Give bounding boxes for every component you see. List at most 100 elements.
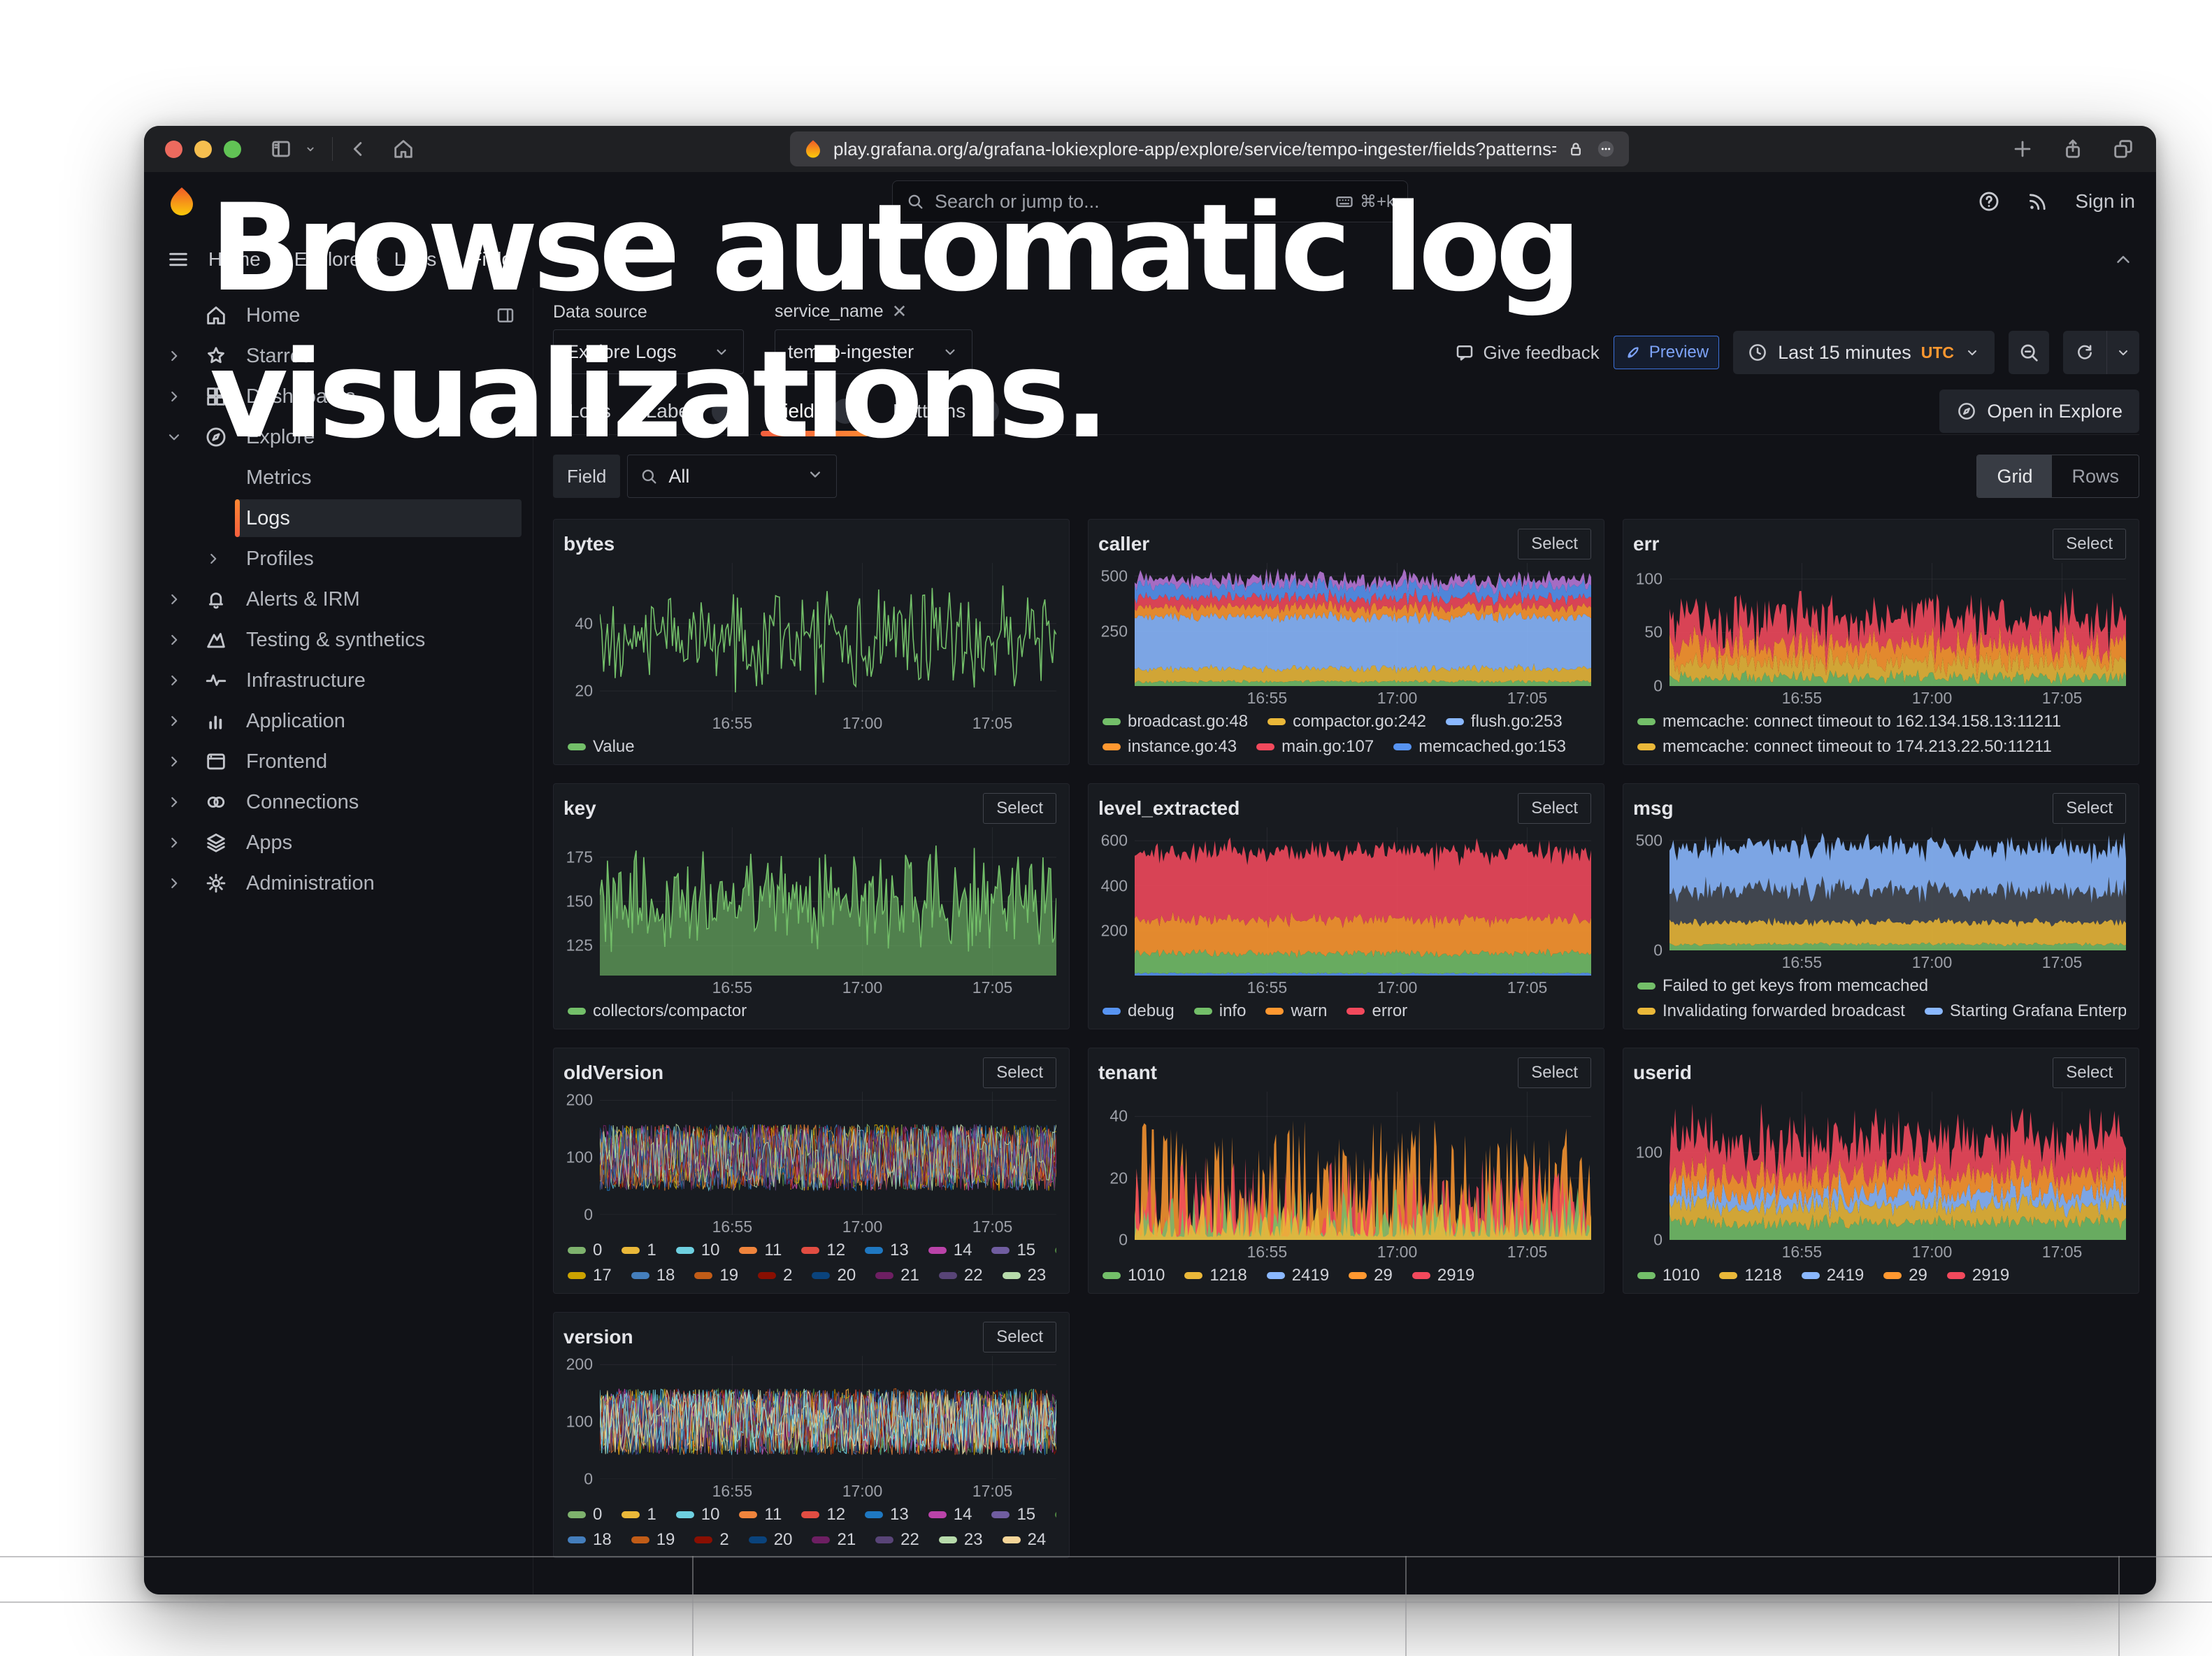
select-button[interactable]: Select <box>1518 1057 1591 1088</box>
preview-badge[interactable]: Preview <box>1614 336 1719 369</box>
legend-item[interactable]: 2919 <box>1947 1266 2009 1285</box>
select-button[interactable]: Select <box>1518 793 1591 824</box>
legend-item[interactable]: compactor.go:242 <box>1267 712 1426 731</box>
breadcrumb-item-explore[interactable]: Explore <box>294 248 361 271</box>
home-icon[interactable] <box>392 137 415 161</box>
dock-panel-icon[interactable] <box>495 305 516 326</box>
legend-item[interactable]: 16 <box>1055 1505 1056 1525</box>
legend-item[interactable]: flush.go:253 <box>1446 712 1563 731</box>
legend-item[interactable]: memcache: connect timeout to 162.134.158… <box>1637 712 2061 731</box>
legend-item[interactable]: 21 <box>875 1266 919 1285</box>
view-toggle-rows[interactable]: Rows <box>2052 455 2139 497</box>
legend-item[interactable]: 15 <box>991 1505 1035 1525</box>
legend-item[interactable]: 22 <box>939 1266 983 1285</box>
search-input[interactable]: Search or jump to... ⌘+k <box>892 180 1408 222</box>
chart-canvas[interactable] <box>600 563 1056 711</box>
sidebar-item-apps[interactable]: Apps <box>144 822 533 863</box>
sidebar-item-connections[interactable]: Connections <box>144 782 533 822</box>
close-window-button[interactable] <box>165 141 182 158</box>
datasource-select[interactable]: Explore Logs <box>553 329 744 374</box>
legend-item[interactable]: 1010 <box>1637 1266 1700 1285</box>
chevron-right-icon[interactable] <box>165 671 183 690</box>
legend-item[interactable]: 10 <box>676 1241 720 1260</box>
maximize-window-button[interactable] <box>224 141 241 158</box>
legend-item[interactable]: memcached.go:153 <box>1393 737 1566 757</box>
collapse-icon[interactable] <box>2113 249 2134 270</box>
legend-item[interactable]: 19 <box>694 1266 738 1285</box>
legend-item[interactable]: 20 <box>812 1266 856 1285</box>
legend-item[interactable]: 13 <box>865 1505 909 1525</box>
refresh-interval-button[interactable] <box>2107 331 2139 374</box>
legend-item[interactable]: warn <box>1265 1001 1327 1021</box>
chevron-right-icon[interactable] <box>204 550 222 568</box>
give-feedback-button[interactable]: Give feedback <box>1454 342 1600 364</box>
chevron-right-icon[interactable] <box>165 347 183 365</box>
legend-item[interactable]: 18 <box>631 1266 675 1285</box>
tab-logs[interactable]: Logs <box>553 388 626 434</box>
legend-item[interactable]: Value <box>568 737 635 757</box>
chevron-right-icon[interactable] <box>165 793 183 811</box>
legend-item[interactable]: debug <box>1103 1001 1175 1021</box>
sidebar-item-logs[interactable]: Logs <box>144 498 533 538</box>
legend-item[interactable]: Failed to get keys from memcached <box>1637 976 1928 996</box>
legend-item[interactable]: 0 <box>568 1505 602 1525</box>
chevron-right-icon[interactable] <box>165 712 183 730</box>
legend-item[interactable]: 1218 <box>1719 1266 1781 1285</box>
sidebar-item-infrastructure[interactable]: Infrastructure <box>144 660 533 701</box>
sidebar-item-starred[interactable]: Starred <box>144 336 533 376</box>
chart-canvas[interactable] <box>600 1092 1056 1215</box>
legend-item[interactable]: 2419 <box>1802 1266 1864 1285</box>
legend-item[interactable]: broadcast.go:48 <box>1103 712 1248 731</box>
legend-item[interactable]: 11 <box>739 1505 782 1525</box>
legend-item[interactable]: instance.go:43 <box>1103 737 1237 757</box>
sidebar-item-explore[interactable]: Explore <box>144 417 533 457</box>
select-button[interactable]: Select <box>2053 1057 2126 1088</box>
sign-in-link[interactable]: Sign in <box>2075 190 2135 213</box>
legend-item[interactable]: 21 <box>812 1530 856 1550</box>
sidebar-item-home[interactable]: Home <box>144 295 533 336</box>
field-search-input[interactable]: All <box>627 455 837 498</box>
chevron-right-icon[interactable] <box>165 752 183 771</box>
chevron-right-icon[interactable] <box>165 590 183 608</box>
tabs-icon[interactable] <box>2111 137 2135 161</box>
legend-item[interactable]: 29 <box>1349 1266 1393 1285</box>
legend-item[interactable]: 1010 <box>1103 1266 1165 1285</box>
legend-item[interactable]: 2 <box>694 1530 728 1550</box>
legend-item[interactable]: Invalidating forwarded broadcast <box>1637 1001 1905 1021</box>
legend-item[interactable]: 20 <box>749 1530 793 1550</box>
legend-item[interactable]: 23 <box>939 1530 983 1550</box>
sidebar-item-profiles[interactable]: Profiles <box>144 538 533 579</box>
legend-item[interactable]: 10 <box>676 1505 720 1525</box>
legend-item[interactable]: 2919 <box>1412 1266 1474 1285</box>
legend-item[interactable]: 17 <box>568 1266 612 1285</box>
sidebar-icon[interactable] <box>269 137 293 161</box>
sidebar-item-alerts-irm[interactable]: Alerts & IRM <box>144 579 533 620</box>
chart-canvas[interactable] <box>1669 563 2126 686</box>
chart-canvas[interactable] <box>1669 827 2126 950</box>
sidebar-item-administration[interactable]: Administration <box>144 863 533 904</box>
legend-item[interactable]: error <box>1346 1001 1407 1021</box>
legend-item[interactable]: info <box>1194 1001 1247 1021</box>
legend-item[interactable]: 1 <box>622 1505 656 1525</box>
refresh-button[interactable] <box>2063 331 2107 374</box>
breadcrumb-item-home[interactable]: Home <box>208 248 261 271</box>
chart-canvas[interactable] <box>1135 1092 1591 1240</box>
select-button[interactable]: Select <box>2053 793 2126 824</box>
legend-item[interactable]: 14 <box>928 1505 972 1525</box>
legend-item[interactable]: 23 <box>1003 1266 1047 1285</box>
open-in-explore-button[interactable]: Open in Explore <box>1939 390 2139 433</box>
breadcrumb-item-fields[interactable]: Fields <box>470 248 522 271</box>
sidebar-item-metrics[interactable]: Metrics <box>144 457 533 498</box>
legend-item[interactable]: 18 <box>568 1530 612 1550</box>
minimize-window-button[interactable] <box>194 141 212 158</box>
legend-item[interactable]: Starting Grafana Enterpri <box>1925 1001 2126 1021</box>
chart-canvas[interactable] <box>600 827 1056 976</box>
url-bar[interactable]: play.grafana.org/a/grafana-lokiexplore-a… <box>790 131 1629 166</box>
select-button[interactable]: Select <box>983 1057 1056 1088</box>
legend-item[interactable]: 2419 <box>1267 1266 1329 1285</box>
select-button[interactable]: Select <box>983 793 1056 824</box>
view-toggle-grid[interactable]: Grid <box>1977 455 2052 497</box>
select-button[interactable]: Select <box>983 1322 1056 1352</box>
legend-item[interactable]: 14 <box>928 1241 972 1260</box>
time-range-picker[interactable]: Last 15 minutes UTC <box>1733 331 1995 374</box>
